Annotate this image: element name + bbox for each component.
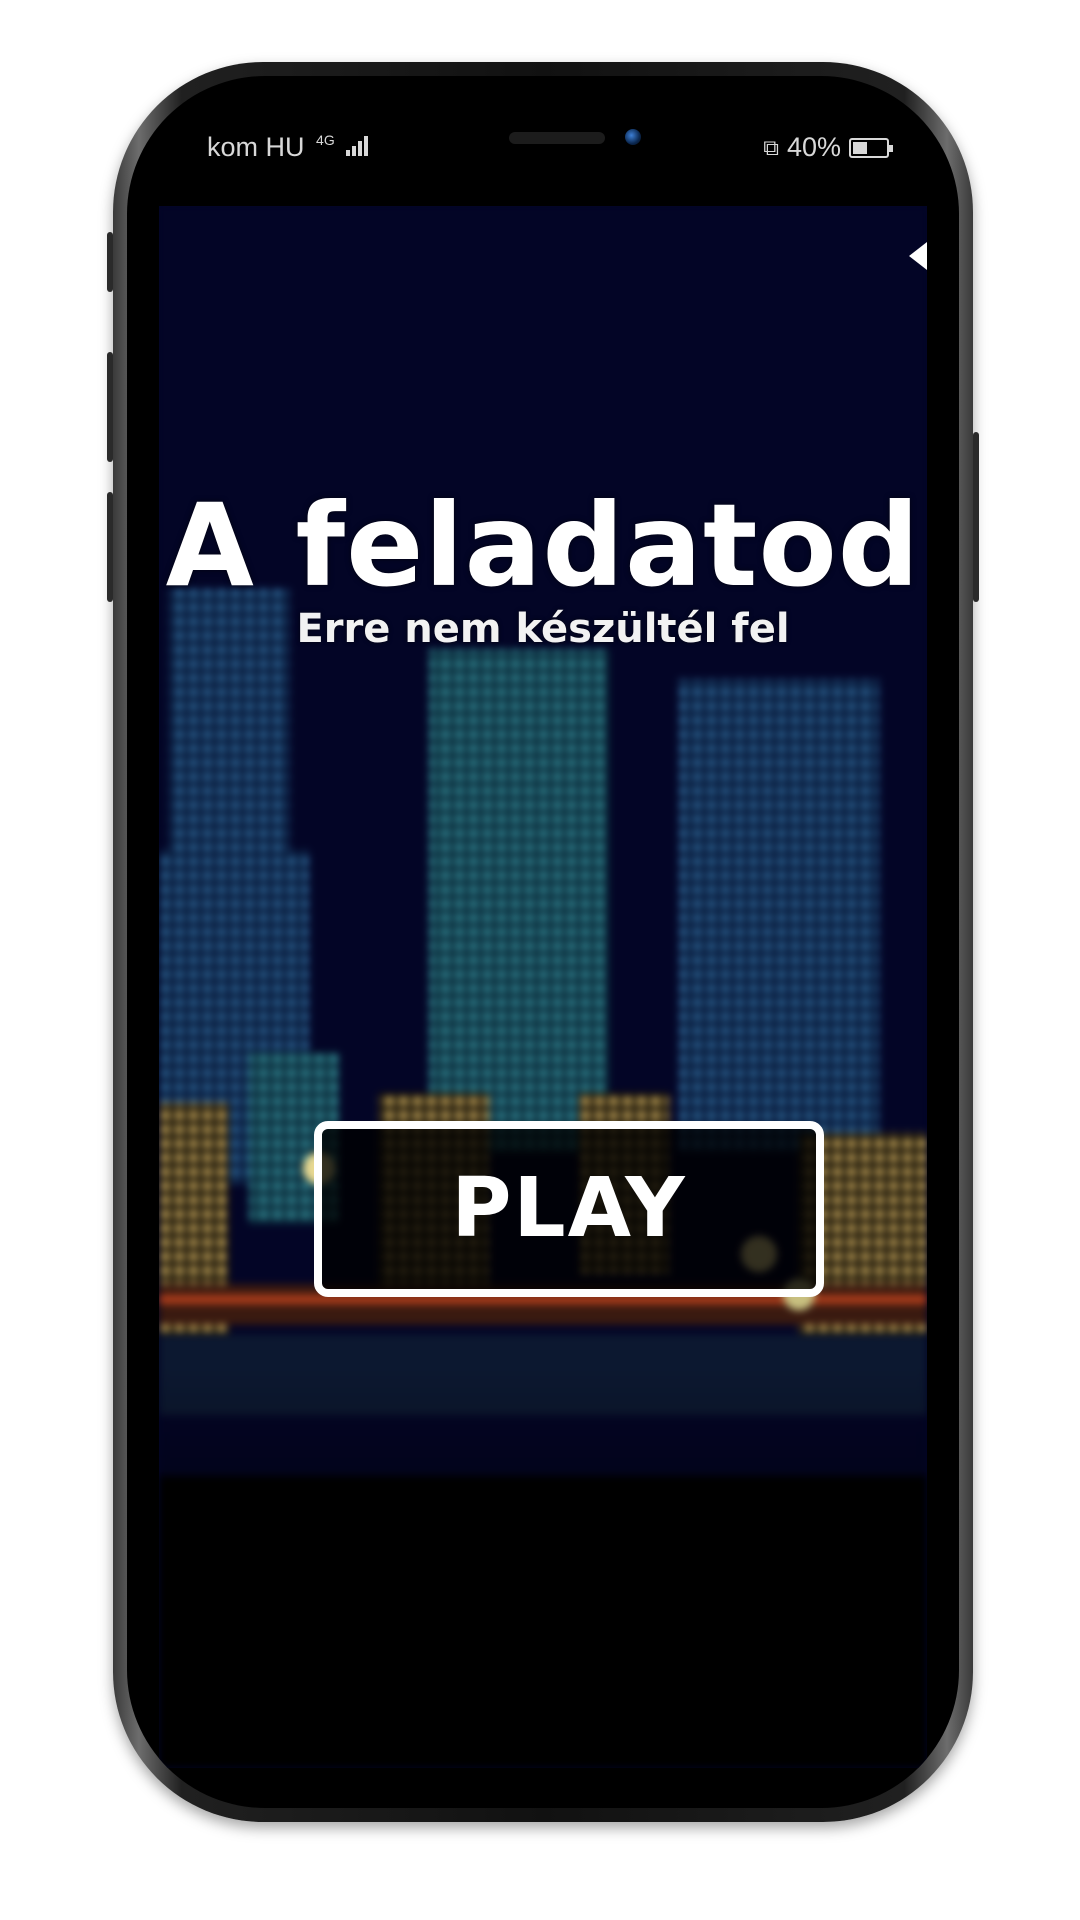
game-title: A feladatod <box>165 479 921 612</box>
game-screen: A feladatod Erre nem készültél fel PLAY <box>159 206 927 1768</box>
game-subtitle: Erre nem készültél fel <box>296 606 790 652</box>
status-right: ⧉ 40% <box>763 132 893 163</box>
earpiece-speaker <box>509 132 605 144</box>
city-skyline-background <box>159 206 927 1768</box>
signal-icon <box>346 134 372 156</box>
mute-switch <box>107 232 113 292</box>
battery-percent: 40% <box>786 132 841 162</box>
phone-frame: kom HU 4G ⧉ 40% A feladatod Erre nem kés… <box>107 62 979 1822</box>
carrier-name: kom HU <box>207 132 305 162</box>
nfc-icon: ⧉ <box>763 134 779 160</box>
phone-display-area: kom HU 4G ⧉ 40% A feladatod Erre nem kés… <box>127 76 959 1808</box>
volume-up-button <box>107 352 113 462</box>
power-button <box>973 432 979 602</box>
front-camera <box>625 129 641 145</box>
network-type: 4G <box>316 132 335 148</box>
back-arrow-icon[interactable] <box>909 242 927 270</box>
status-left: kom HU 4G <box>207 132 372 163</box>
battery-icon <box>849 137 893 158</box>
volume-down-button <box>107 492 113 602</box>
play-button[interactable]: PLAY <box>314 1121 824 1297</box>
